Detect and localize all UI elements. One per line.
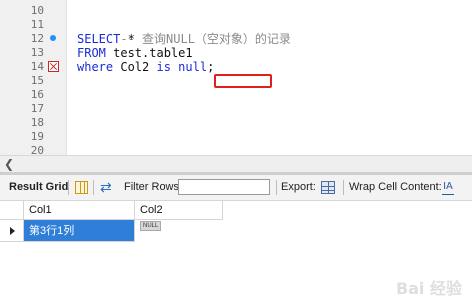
toolbar-divider (343, 180, 344, 195)
code-line-where: where Col2 is null; (77, 60, 214, 74)
line-number: 14 (30, 60, 44, 73)
line-number: 10 (30, 4, 44, 17)
column-header-col1[interactable]: Col1 (24, 201, 135, 220)
chevron-left-icon[interactable]: ❮ (4, 157, 14, 172)
watermark-logo: Bai 经验 (395, 279, 462, 298)
code-line-from: FROM test.table1 (77, 46, 193, 60)
code-area[interactable]: -- 查询NULL（空对象）的记录 SELECT * FROM test.tab… (67, 0, 472, 155)
filter-rows-label: Filter Rows: (124, 181, 183, 193)
keyword-is: is (156, 60, 171, 74)
toolbar-divider (276, 180, 277, 195)
line-number: 18 (30, 116, 44, 129)
line-number: 16 (30, 88, 44, 101)
null-badge: NULL (140, 221, 162, 231)
statement-terminator: ; (207, 60, 215, 74)
line-row: 11 (0, 18, 66, 32)
keyword-from: FROM (77, 46, 106, 60)
line-row: 15 (0, 74, 66, 88)
refresh-icon[interactable]: ⇄ (100, 180, 112, 195)
line-number: 19 (30, 130, 44, 143)
result-toolbar: Result Grid ⇄ Filter Rows: Export: Wrap … (0, 175, 472, 201)
line-row: 18 (0, 116, 66, 130)
result-grid-label[interactable]: Result Grid (9, 175, 68, 200)
annotation-highlight-box (214, 74, 272, 88)
error-marker-icon[interactable] (48, 61, 59, 72)
keyword-null: null (178, 60, 208, 74)
line-row: 17 (0, 102, 66, 116)
table-cell-col2[interactable]: NULL (135, 220, 223, 242)
line-row: 13 (0, 46, 66, 60)
line-number: 12 (30, 32, 44, 45)
line-row: 14 (0, 60, 66, 74)
grid-corner (0, 201, 24, 220)
toolbar-divider (93, 180, 94, 195)
line-row: 12 (0, 32, 66, 46)
toolbar-divider (68, 180, 69, 195)
code-line-select: SELECT * (77, 32, 135, 46)
keyword-where: where (77, 60, 114, 74)
wrap-cell-content-label: Wrap Cell Content: (349, 181, 442, 193)
table-name: test.table1 (105, 46, 193, 60)
line-number: 15 (30, 74, 44, 87)
table-cell-col1[interactable]: 第3行1列 (24, 220, 135, 242)
line-row: 10 (0, 4, 66, 18)
export-label: Export: (281, 181, 316, 193)
column-name: Col2 (113, 60, 157, 74)
row-header[interactable] (0, 220, 24, 242)
line-row: 16 (0, 88, 66, 102)
grid-icon[interactable] (75, 181, 88, 194)
wrap-text-icon[interactable]: IA (442, 180, 454, 195)
sql-comment: -- 查询NULL（空对象）的记录 (120, 32, 291, 46)
statement-marker-icon (50, 35, 56, 41)
keyword-select: SELECT (77, 32, 121, 46)
line-row: 19 (0, 130, 66, 144)
line-number: 11 (30, 18, 44, 31)
filter-rows-input[interactable] (178, 179, 270, 195)
current-row-arrow-icon (10, 227, 15, 236)
editor-horizontal-scrollbar[interactable]: ❮ (0, 155, 472, 173)
line-number: 17 (30, 102, 44, 115)
column-header-col2[interactable]: Col2 (135, 201, 223, 220)
sql-editor[interactable]: 10 11 12 13 14 15 16 17 18 19 20 -- 查询NU… (0, 0, 472, 157)
line-number: 13 (30, 46, 44, 59)
line-number-gutter: 10 11 12 13 14 15 16 17 18 19 20 (0, 0, 66, 157)
export-icon[interactable] (321, 181, 335, 194)
select-columns: * (120, 32, 135, 46)
